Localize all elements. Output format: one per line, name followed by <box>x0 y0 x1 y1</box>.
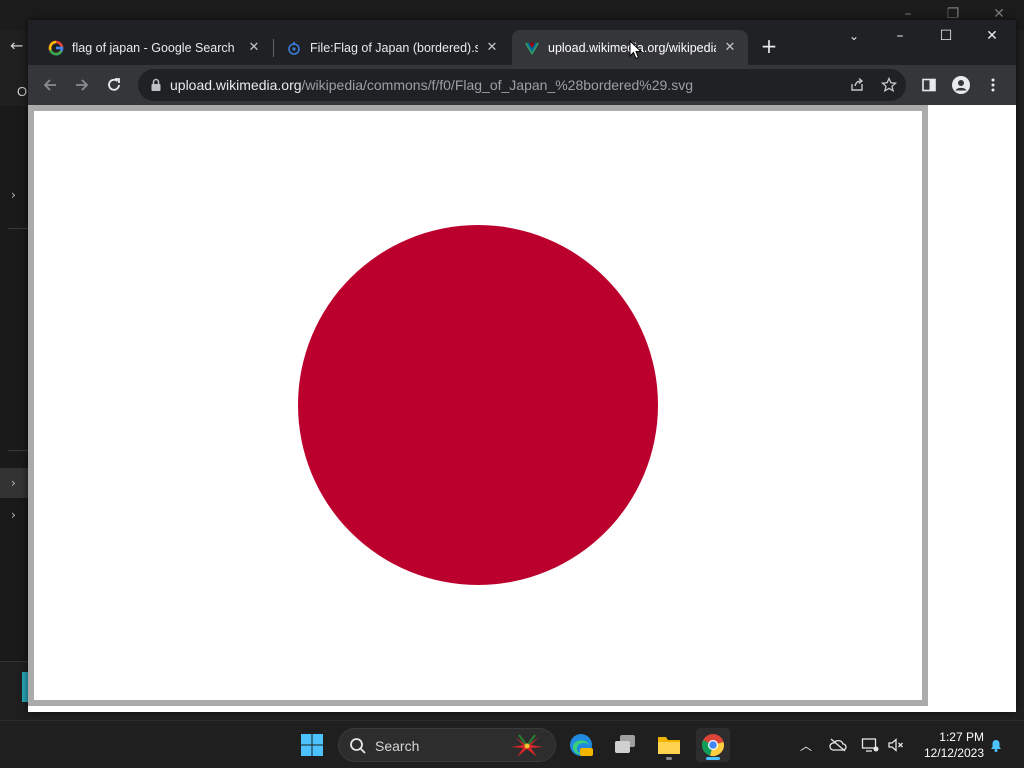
background-divider <box>8 450 28 451</box>
taskbar: Search ︿ 1:27 PM 12/12/2023 <box>0 720 1024 768</box>
chevron-up-icon[interactable]: ︿ <box>796 735 816 755</box>
mouse-cursor-icon <box>629 40 643 60</box>
side-panel-icon[interactable] <box>915 71 943 99</box>
tab-title: File:Flag of Japan (bordered).svg <box>310 40 478 55</box>
new-tab-button[interactable]: + <box>756 34 782 60</box>
edge-icon <box>570 734 593 756</box>
notification-bell-icon[interactable] <box>986 735 1006 755</box>
maximize-button[interactable]: ☐ <box>926 24 966 48</box>
taskbar-clock[interactable]: 1:27 PM 12/12/2023 <box>914 729 984 761</box>
tab-wikimedia-commons-file[interactable]: File:Flag of Japan (bordered).svg ✕ <box>274 30 510 65</box>
start-button[interactable] <box>295 728 329 762</box>
menu-kebab-icon[interactable] <box>979 71 1007 99</box>
flag-border <box>28 105 928 706</box>
background-back-arrow-icon[interactable]: ← <box>10 36 23 55</box>
google-icon <box>48 40 64 56</box>
windows-logo-icon <box>301 734 323 756</box>
taskbar-search-box[interactable]: Search <box>338 728 556 762</box>
windows-stack-icon <box>615 735 635 753</box>
reload-icon[interactable] <box>100 71 128 99</box>
back-arrow-icon[interactable] <box>36 71 64 99</box>
address-url: upload.wikimedia.org/wikipedia/commons/f… <box>170 77 693 93</box>
background-partial-label: O <box>17 84 28 99</box>
tab-close-icon[interactable]: ✕ <box>246 40 262 56</box>
tab-close-icon[interactable]: ✕ <box>484 40 500 56</box>
minimize-button[interactable]: – <box>880 24 920 48</box>
clock-time: 1:27 PM <box>939 730 984 744</box>
taskbar-edge-preview-app[interactable] <box>564 728 598 762</box>
url-path: /wikipedia/commons/f/f0/Flag_of_Japan_%2… <box>301 77 693 93</box>
page-viewport <box>28 105 1016 712</box>
chevron-right-icon[interactable]: › <box>11 508 16 522</box>
hinomaru-red-disc <box>298 225 658 585</box>
chevron-right-icon[interactable]: › <box>11 476 16 490</box>
running-indicator <box>666 757 672 760</box>
tab-google-search[interactable]: flag of japan - Google Search ✕ <box>36 30 272 65</box>
network-icon[interactable] <box>860 735 880 755</box>
taskbar-task-view-app[interactable] <box>608 728 642 762</box>
tab-search-chevron-icon[interactable]: ⌄ <box>834 24 874 48</box>
close-window-button[interactable]: ✕ <box>972 24 1012 48</box>
background-divider <box>8 228 28 229</box>
chrome-window: flag of japan - Google Search ✕ File:Fla… <box>28 20 1016 712</box>
taskbar-chrome-app[interactable] <box>696 728 730 762</box>
chrome-icon <box>701 734 724 756</box>
bookmark-star-icon[interactable] <box>879 75 899 95</box>
volume-muted-icon[interactable] <box>886 735 906 755</box>
lock-icon[interactable] <box>148 77 164 93</box>
search-icon <box>350 738 366 754</box>
poinsettia-highlight-icon <box>511 734 543 757</box>
chevron-right-icon[interactable]: › <box>11 188 16 202</box>
forward-arrow-icon[interactable] <box>68 71 96 99</box>
address-bar[interactable]: upload.wikimedia.org/wikipedia/commons/f… <box>138 69 906 101</box>
share-icon[interactable] <box>847 75 867 95</box>
clock-date: 12/12/2023 <box>923 746 984 760</box>
tab-strip: flag of japan - Google Search ✕ File:Fla… <box>28 20 1016 65</box>
tab-close-icon[interactable]: ✕ <box>722 40 738 56</box>
flag-of-japan <box>34 111 922 700</box>
wikimedia-commons-icon <box>286 40 302 56</box>
taskbar-file-explorer-app[interactable] <box>652 728 686 762</box>
search-label: Search <box>375 738 420 754</box>
url-host: upload.wikimedia.org <box>170 77 302 93</box>
active-app-indicator <box>706 757 720 760</box>
profile-avatar-icon[interactable] <box>947 71 975 99</box>
wikimedia-icon <box>524 40 540 56</box>
tab-title: flag of japan - Google Search <box>72 40 235 55</box>
folder-icon <box>658 737 680 754</box>
browser-toolbar: upload.wikimedia.org/wikipedia/commons/f… <box>28 65 1016 105</box>
onedrive-offline-icon[interactable] <box>828 735 848 755</box>
